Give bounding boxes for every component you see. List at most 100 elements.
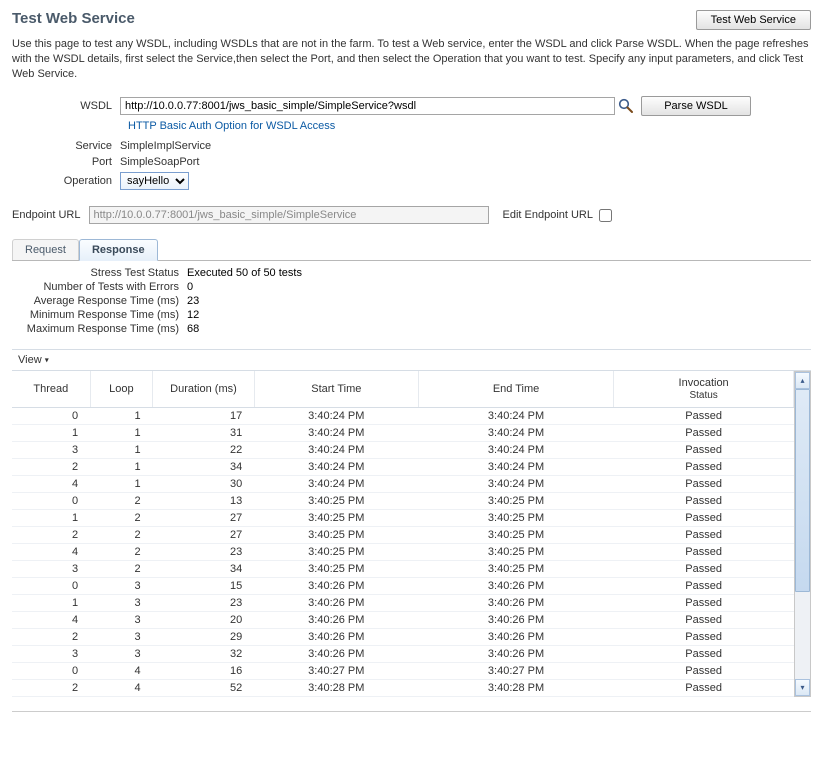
table-row[interactable]: 43203:40:26 PM3:40:26 PMPassed — [12, 611, 794, 628]
col-start-time[interactable]: Start Time — [254, 371, 418, 408]
table-row[interactable]: 22273:40:25 PM3:40:25 PMPassed — [12, 526, 794, 543]
cell-start: 3:40:25 PM — [254, 543, 418, 560]
cell-duration: 15 — [153, 577, 255, 594]
cell-status: Passed — [614, 492, 794, 509]
cell-start: 3:40:27 PM — [254, 662, 418, 679]
scroll-up-icon[interactable]: ▴ — [795, 372, 810, 389]
cell-thread: 0 — [12, 577, 90, 594]
edit-endpoint-label: Edit Endpoint URL — [503, 209, 594, 221]
wsdl-input[interactable] — [120, 97, 615, 115]
cell-status: Passed — [614, 628, 794, 645]
col-invocation-status[interactable]: InvocationStatus — [614, 371, 794, 408]
cell-thread: 3 — [12, 560, 90, 577]
col-end-time[interactable]: End Time — [418, 371, 613, 408]
cell-status: Passed — [614, 594, 794, 611]
cell-thread: 3 — [12, 441, 90, 458]
table-row[interactable]: 21343:40:24 PM3:40:24 PMPassed — [12, 458, 794, 475]
cell-start: 3:40:25 PM — [254, 509, 418, 526]
cell-thread: 1 — [12, 594, 90, 611]
cell-loop: 2 — [90, 492, 153, 509]
cell-loop: 1 — [90, 424, 153, 441]
cell-duration: 20 — [153, 611, 255, 628]
cell-loop: 3 — [90, 628, 153, 645]
cell-loop: 2 — [90, 560, 153, 577]
table-row[interactable]: 01173:40:24 PM3:40:24 PMPassed — [12, 407, 794, 424]
chevron-down-icon: ▾ — [45, 355, 49, 364]
table-row[interactable]: 04163:40:27 PM3:40:27 PMPassed — [12, 662, 794, 679]
col-loop[interactable]: Loop — [90, 371, 153, 408]
cell-status: Passed — [614, 458, 794, 475]
edit-endpoint-checkbox[interactable] — [599, 209, 612, 222]
errors-label: Number of Tests with Errors — [12, 281, 187, 293]
table-row[interactable]: 02133:40:25 PM3:40:25 PMPassed — [12, 492, 794, 509]
table-row[interactable]: 13233:40:26 PM3:40:26 PMPassed — [12, 594, 794, 611]
service-value: SimpleImplService — [120, 140, 211, 152]
table-row[interactable]: 24523:40:28 PM3:40:28 PMPassed — [12, 679, 794, 696]
cell-end: 3:40:24 PM — [418, 424, 613, 441]
cell-duration: 52 — [153, 679, 255, 696]
parse-wsdl-button[interactable]: Parse WSDL — [641, 96, 751, 116]
service-label: Service — [12, 140, 120, 152]
table-row[interactable]: 42233:40:25 PM3:40:25 PMPassed — [12, 543, 794, 560]
cell-loop: 1 — [90, 458, 153, 475]
cell-status: Passed — [614, 407, 794, 424]
cell-thread: 2 — [12, 458, 90, 475]
cell-start: 3:40:24 PM — [254, 441, 418, 458]
cell-start: 3:40:28 PM — [254, 679, 418, 696]
table-row[interactable]: 31223:40:24 PM3:40:24 PMPassed — [12, 441, 794, 458]
cell-duration: 27 — [153, 509, 255, 526]
cell-duration: 16 — [153, 662, 255, 679]
min-label: Minimum Response Time (ms) — [12, 309, 187, 321]
avg-label: Average Response Time (ms) — [12, 295, 187, 307]
table-row[interactable]: 41303:40:24 PM3:40:24 PMPassed — [12, 475, 794, 492]
table-row[interactable]: 23293:40:26 PM3:40:26 PMPassed — [12, 628, 794, 645]
table-row[interactable]: 32343:40:25 PM3:40:25 PMPassed — [12, 560, 794, 577]
scroll-thumb[interactable] — [795, 389, 810, 592]
cell-duration: 34 — [153, 560, 255, 577]
table-row[interactable]: 11313:40:24 PM3:40:24 PMPassed — [12, 424, 794, 441]
status-label: Stress Test Status — [12, 267, 187, 279]
cell-start: 3:40:26 PM — [254, 577, 418, 594]
col-thread[interactable]: Thread — [12, 371, 90, 408]
endpoint-url-input — [89, 206, 489, 224]
col-duration[interactable]: Duration (ms) — [153, 371, 255, 408]
cell-status: Passed — [614, 424, 794, 441]
view-menu[interactable]: View ▾ — [18, 354, 49, 366]
cell-thread: 4 — [12, 611, 90, 628]
wsdl-label: WSDL — [12, 100, 120, 112]
operation-label: Operation — [12, 175, 120, 187]
min-value: 12 — [187, 309, 199, 321]
cell-status: Passed — [614, 611, 794, 628]
tab-request[interactable]: Request — [12, 239, 79, 260]
cell-status: Passed — [614, 662, 794, 679]
cell-start: 3:40:24 PM — [254, 458, 418, 475]
cell-status: Passed — [614, 543, 794, 560]
cell-end: 3:40:24 PM — [418, 441, 613, 458]
cell-duration: 23 — [153, 594, 255, 611]
cell-start: 3:40:26 PM — [254, 594, 418, 611]
endpoint-url-label: Endpoint URL — [12, 209, 89, 221]
vertical-scrollbar[interactable]: ▴ ▾ — [794, 371, 811, 697]
errors-value: 0 — [187, 281, 193, 293]
cell-end: 3:40:26 PM — [418, 611, 613, 628]
cell-start: 3:40:25 PM — [254, 492, 418, 509]
scroll-down-icon[interactable]: ▾ — [795, 679, 810, 696]
cell-end: 3:40:27 PM — [418, 662, 613, 679]
operation-select[interactable]: sayHello — [120, 172, 189, 190]
cell-thread: 4 — [12, 475, 90, 492]
search-icon[interactable] — [617, 97, 635, 115]
cell-status: Passed — [614, 441, 794, 458]
table-row[interactable]: 03153:40:26 PM3:40:26 PMPassed — [12, 577, 794, 594]
tab-response[interactable]: Response — [79, 239, 158, 261]
cell-status: Passed — [614, 560, 794, 577]
cell-start: 3:40:26 PM — [254, 628, 418, 645]
test-web-service-button[interactable]: Test Web Service — [696, 10, 811, 30]
cell-duration: 32 — [153, 645, 255, 662]
basic-auth-link[interactable]: HTTP Basic Auth Option for WSDL Access — [128, 120, 335, 132]
table-row[interactable]: 33323:40:26 PM3:40:26 PMPassed — [12, 645, 794, 662]
cell-status: Passed — [614, 577, 794, 594]
cell-end: 3:40:28 PM — [418, 679, 613, 696]
port-label: Port — [12, 156, 120, 168]
cell-start: 3:40:24 PM — [254, 475, 418, 492]
table-row[interactable]: 12273:40:25 PM3:40:25 PMPassed — [12, 509, 794, 526]
